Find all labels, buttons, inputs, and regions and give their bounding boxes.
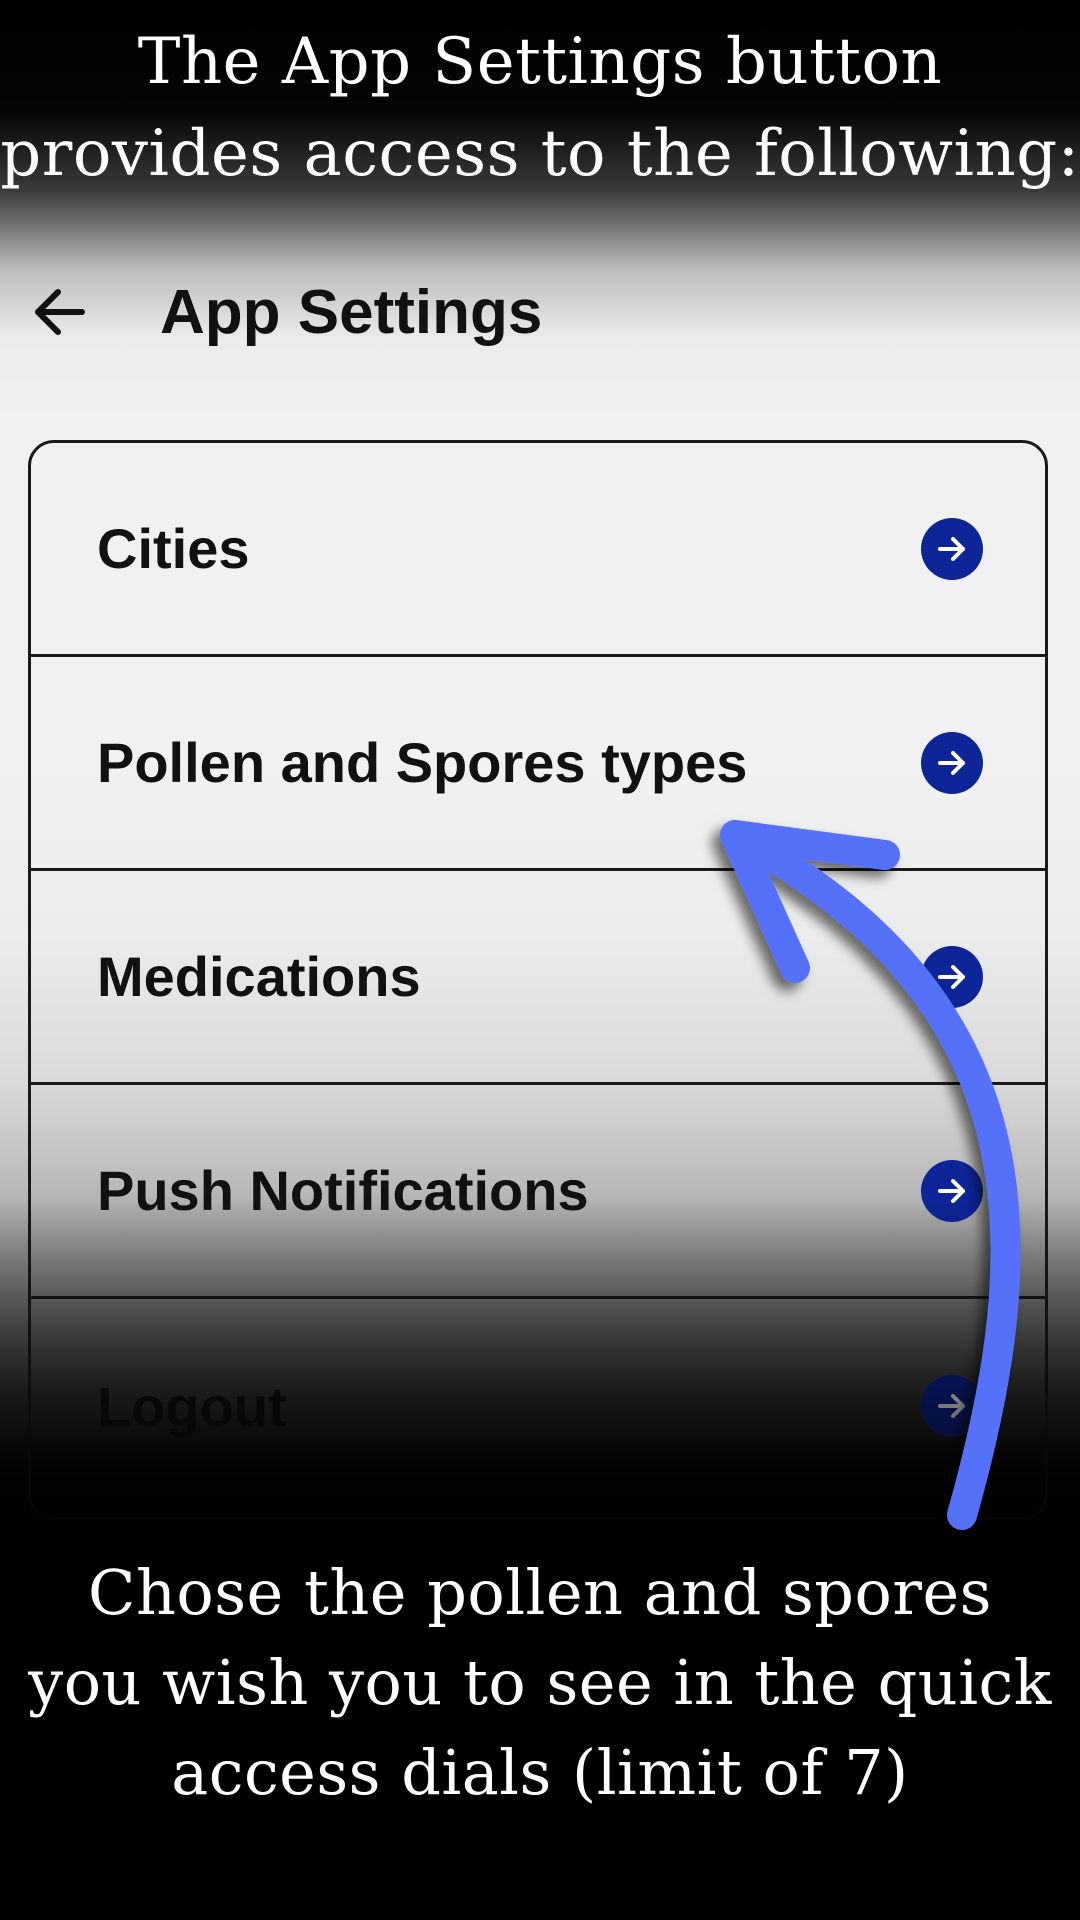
- menu-item-label: Logout: [97, 1374, 287, 1438]
- bottom-caption-line-1: Chose the pollen and spores: [88, 1556, 992, 1629]
- arrow-right-circle-icon[interactable]: [921, 1375, 983, 1437]
- menu-item-medications[interactable]: Medications: [31, 871, 1045, 1085]
- menu-item-push-notifications[interactable]: Push Notifications: [31, 1085, 1045, 1299]
- arrow-right-circle-icon[interactable]: [921, 1159, 983, 1222]
- menu-item-logout[interactable]: Logout: [31, 1299, 1045, 1513]
- tutorial-screen: The App Settings button provides access …: [0, 0, 1080, 1920]
- arrow-right-circle-icon[interactable]: [921, 945, 983, 1008]
- app-header: App Settings: [30, 262, 542, 362]
- top-caption-line-2: provides access to the following:: [0, 117, 1080, 191]
- arrow-right-circle-icon[interactable]: [921, 517, 983, 580]
- arrow-right-circle-icon[interactable]: [921, 731, 983, 794]
- bottom-caption-line-3: access dials (limit of 7): [171, 1736, 909, 1809]
- menu-item-label: Medications: [97, 945, 421, 1008]
- menu-item-label: Pollen and Spores types: [97, 731, 748, 794]
- menu-item-label: Push Notifications: [97, 1159, 589, 1222]
- top-caption-line-1: The App Settings button: [137, 25, 943, 99]
- menu-item-label: Cities: [97, 517, 250, 580]
- menu-item-cities[interactable]: Cities: [31, 443, 1045, 657]
- menu-item-pollen-and-spores-types[interactable]: Pollen and Spores types: [31, 657, 1045, 871]
- top-caption: The App Settings button provides access …: [0, 16, 1080, 200]
- settings-menu-card: Cities Pollen and Spores types Medicatio…: [28, 440, 1048, 1520]
- page-title: App Settings: [160, 277, 543, 347]
- bottom-caption: Chose the pollen and spores you wish you…: [0, 1548, 1080, 1818]
- bottom-caption-line-2: you wish you to see in the quick: [28, 1646, 1052, 1719]
- arrow-left-icon[interactable]: [30, 282, 90, 342]
